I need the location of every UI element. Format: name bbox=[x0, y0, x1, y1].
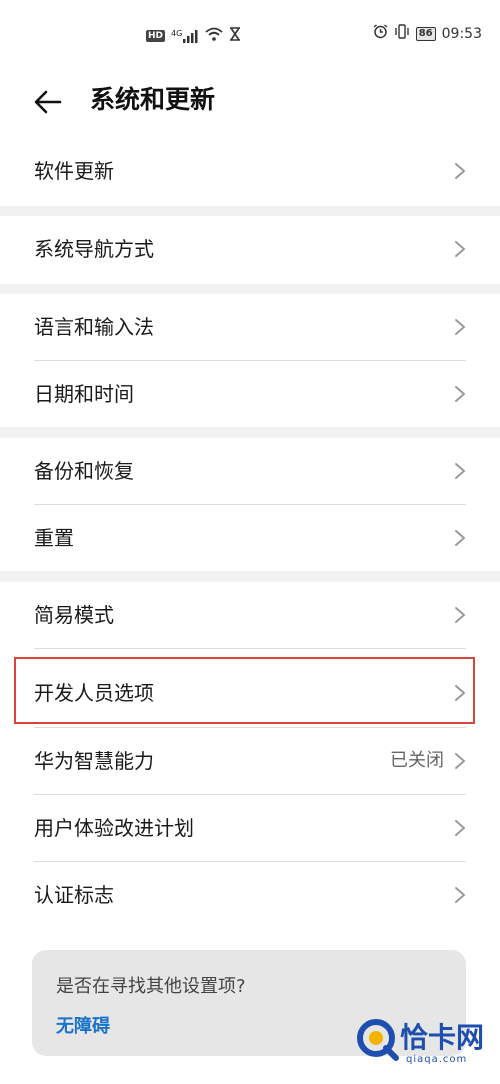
chevron-right-icon bbox=[455, 887, 465, 903]
item-label: 软件更新 bbox=[34, 159, 114, 183]
chevron-right-icon bbox=[455, 386, 465, 402]
chevron-right-icon bbox=[455, 530, 465, 546]
page-title: 系统和更新 bbox=[90, 85, 216, 114]
status-icons-network: HD 4G bbox=[146, 26, 241, 45]
language-input-item[interactable]: 语言和输入法 bbox=[0, 294, 500, 360]
settings-group-language: 语言和输入法 日期和时间 bbox=[0, 294, 500, 427]
hd-badge: HD bbox=[146, 29, 166, 42]
chevron-right-icon bbox=[455, 163, 465, 179]
accessibility-link[interactable]: 无障碍 bbox=[56, 1012, 110, 1038]
arrow-left-icon bbox=[34, 90, 62, 114]
logo-domain: qiaqa.com bbox=[406, 1054, 468, 1065]
huawei-smart-ability-item[interactable]: 华为智慧能力 已关闭 bbox=[0, 728, 500, 794]
chevron-right-icon bbox=[455, 753, 465, 769]
hourglass-icon bbox=[229, 26, 241, 45]
status-bar: HD 4G 86 09:53 bbox=[0, 0, 500, 68]
vibrate-icon bbox=[394, 24, 410, 43]
reset-item[interactable]: 重置 bbox=[0, 505, 500, 571]
certification-logos-item[interactable]: 认证标志 bbox=[0, 862, 500, 928]
item-label: 重置 bbox=[34, 526, 74, 550]
developer-options-item[interactable]: 开发人员选项 bbox=[0, 660, 500, 726]
simple-mode-item[interactable]: 简易模式 bbox=[0, 582, 500, 648]
date-time-item[interactable]: 日期和时间 bbox=[0, 361, 500, 427]
item-label: 日期和时间 bbox=[34, 382, 134, 406]
suggestion-question: 是否在寻找其他设置项? bbox=[56, 976, 246, 997]
logo-name: 恰卡网 bbox=[400, 1021, 485, 1054]
item-label: 备份和恢复 bbox=[34, 459, 134, 483]
chevron-right-icon bbox=[455, 607, 465, 623]
watermark-logo: 恰卡网 qiaqa.com bbox=[356, 1014, 496, 1078]
battery-indicator: 86 bbox=[415, 26, 436, 41]
software-update-item[interactable]: 软件更新 bbox=[0, 138, 500, 204]
chevron-right-icon bbox=[455, 463, 465, 479]
alarm-icon bbox=[373, 24, 388, 43]
item-label: 用户体验改进计划 bbox=[34, 816, 194, 840]
settings-group-backup: 备份和恢复 重置 bbox=[0, 438, 500, 571]
network-type-label: 4G bbox=[171, 28, 183, 38]
chevron-right-icon bbox=[455, 319, 465, 335]
status-time: 09:53 bbox=[441, 25, 482, 42]
item-label: 华为智慧能力 bbox=[34, 749, 154, 773]
settings-group-update: 软件更新 bbox=[0, 138, 500, 206]
user-experience-program-item[interactable]: 用户体验改进计划 bbox=[0, 795, 500, 861]
item-status-value: 已关闭 bbox=[390, 750, 444, 771]
signal-icon: 4G bbox=[171, 29, 199, 43]
logo-q-icon bbox=[357, 1019, 399, 1061]
status-icons-system: 86 09:53 bbox=[373, 24, 482, 43]
settings-group-navigation: 系统导航方式 bbox=[0, 216, 500, 284]
divider bbox=[34, 648, 466, 649]
backup-restore-item[interactable]: 备份和恢复 bbox=[0, 438, 500, 504]
item-label: 简易模式 bbox=[34, 603, 114, 627]
item-label: 系统导航方式 bbox=[34, 237, 154, 261]
item-label: 开发人员选项 bbox=[34, 681, 154, 705]
item-label: 认证标志 bbox=[34, 883, 114, 907]
wifi-icon bbox=[205, 26, 223, 45]
chevron-right-icon bbox=[455, 685, 465, 701]
back-button[interactable] bbox=[30, 84, 66, 120]
page-header: 系统和更新 bbox=[0, 68, 500, 138]
chevron-right-icon bbox=[455, 241, 465, 257]
chevron-right-icon bbox=[455, 820, 465, 836]
system-navigation-item[interactable]: 系统导航方式 bbox=[0, 216, 500, 282]
item-label: 语言和输入法 bbox=[34, 315, 154, 339]
